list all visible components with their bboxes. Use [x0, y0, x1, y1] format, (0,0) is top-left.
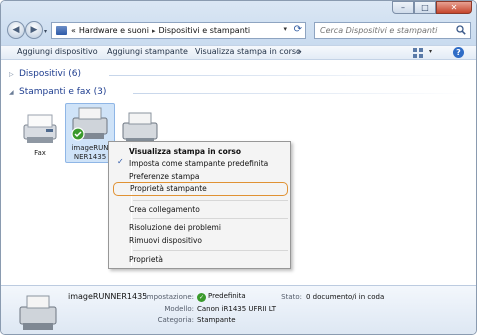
- status-label: Stato:: [281, 293, 302, 301]
- group-devices[interactable]: ▷ Dispositivi (6): [9, 69, 469, 79]
- more-commands-button[interactable]: »: [297, 47, 302, 56]
- printer-context-menu: Visualizza stampa in corso ✓ Imposta com…: [108, 141, 291, 269]
- menu-separator: [133, 218, 288, 219]
- close-button[interactable]: ✕: [436, 1, 472, 14]
- checkmark-icon: ✓: [117, 157, 124, 166]
- command-bar: Aggiungi dispositivo Aggiungi stampante …: [1, 45, 476, 60]
- status-value: 0 documento/i in coda: [306, 293, 385, 301]
- minimize-button[interactable]: –: [392, 1, 414, 14]
- group-divider: [133, 93, 469, 94]
- menu-item-remove-device[interactable]: Rimuovi dispositivo: [129, 235, 289, 246]
- maximize-button[interactable]: □: [414, 1, 436, 14]
- devices-and-printers-window: – □ ✕ ◀ ▶ ▾ « Hardware e suoni ▸ Disposi…: [0, 0, 477, 335]
- breadcrumb-hardware-sound[interactable]: Hardware e suoni: [79, 26, 149, 35]
- view-options-dropdown[interactable]: ▾: [429, 48, 432, 55]
- menu-item-see-whats-printing[interactable]: Visualizza stampa in corso: [129, 146, 289, 157]
- control-panel-icon: [56, 26, 67, 35]
- printer-icon: [19, 295, 57, 330]
- search-input[interactable]: [320, 26, 450, 35]
- group-divider: [109, 75, 469, 76]
- printer-icon: [71, 107, 108, 141]
- menu-item-troubleshoot[interactable]: Risoluzione dei problemi: [129, 222, 289, 233]
- window-controls: – □ ✕: [392, 1, 472, 14]
- recent-pages-dropdown[interactable]: ▾: [44, 28, 47, 35]
- menu-item-set-default[interactable]: Imposta come stampante predefinita: [129, 158, 289, 169]
- model-label: Modello:: [164, 305, 194, 313]
- group-title-devices[interactable]: Dispositivi (6): [19, 69, 81, 79]
- menu-item-printer-properties[interactable]: Proprietà stampante: [113, 182, 288, 196]
- details-pane: imageRUNNER1435 Impostazione: ✓ Predefini…: [1, 285, 476, 334]
- address-dropdown[interactable]: ▾: [283, 25, 287, 33]
- breadcrumb-separator-icon[interactable]: ▸: [152, 27, 156, 35]
- help-icon[interactable]: ?: [453, 47, 464, 58]
- setting-label: Impostazione:: [144, 293, 194, 301]
- device-label: Fax: [34, 149, 46, 157]
- change-view-icon[interactable]: [413, 48, 423, 58]
- model-value: Canon iR1435 UFRII LT: [197, 305, 276, 313]
- device-label-line2: NER1435: [73, 153, 107, 161]
- category-value: Stampante: [197, 316, 236, 324]
- group-title-printers-fax[interactable]: Stampanti e fax (3): [19, 87, 106, 97]
- menu-item-printing-preferences[interactable]: Preferenze stampa: [129, 171, 289, 182]
- breadcrumb-overflow[interactable]: «: [71, 26, 76, 35]
- collapsed-arrow-icon[interactable]: ▷: [9, 71, 19, 78]
- breadcrumb-devices-printers[interactable]: Dispositivi e stampanti: [158, 26, 250, 35]
- search-icon[interactable]: [456, 25, 466, 35]
- menu-separator: [133, 250, 288, 251]
- menu-item-create-shortcut[interactable]: Crea collegamento: [129, 204, 289, 215]
- add-printer-button[interactable]: Aggiungi stampante: [107, 47, 188, 56]
- menu-item-properties[interactable]: Proprietà: [129, 254, 289, 265]
- category-label: Categoria:: [157, 316, 194, 324]
- device-fax[interactable]: Fax: [15, 109, 65, 158]
- expanded-arrow-icon[interactable]: ◢: [9, 89, 19, 96]
- see-whats-printing-button[interactable]: Visualizza stampa in corso: [195, 47, 301, 56]
- forward-button[interactable]: ▶: [25, 21, 43, 39]
- address-bar[interactable]: « Hardware e suoni ▸ Dispositivi e stamp…: [51, 22, 306, 39]
- back-button[interactable]: ◀: [7, 21, 25, 39]
- fax-icon: [23, 114, 57, 143]
- add-device-button[interactable]: Aggiungi dispositivo: [17, 47, 98, 56]
- group-printers-fax[interactable]: ◢ Stampanti e fax (3): [9, 87, 469, 97]
- search-box[interactable]: [314, 22, 471, 39]
- refresh-icon[interactable]: ⟳: [294, 24, 302, 35]
- title-address-bar: – □ ✕ ◀ ▶ ▾ « Hardware e suoni ▸ Disposi…: [1, 1, 476, 45]
- default-check-icon: ✓: [197, 293, 206, 302]
- device-label-line1: imageRUN: [71, 144, 109, 152]
- menu-separator: [133, 200, 288, 201]
